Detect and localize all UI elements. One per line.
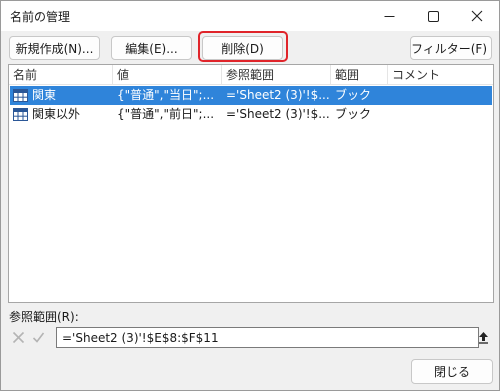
- row-name: 関東以外: [32, 107, 81, 121]
- minimize-button[interactable]: [367, 1, 411, 31]
- column-header-name[interactable]: 名前: [9, 65, 113, 85]
- title-bar: 名前の管理: [1, 1, 499, 31]
- row-scope: ブック: [335, 107, 372, 121]
- cancel-edit-button[interactable]: [9, 328, 28, 347]
- column-header-refers-to[interactable]: 参照範囲: [222, 65, 331, 85]
- row-comment: [389, 86, 492, 105]
- maximize-button[interactable]: [411, 1, 455, 31]
- confirm-edit-button[interactable]: [29, 328, 48, 347]
- name-manager-dialog: 名前の管理 新規作成(N)... 編集(E)... 削除(D) フィルター(F)…: [0, 0, 500, 391]
- row-value: {"普通","前日";...: [117, 107, 215, 121]
- close-window-button[interactable]: [455, 1, 499, 31]
- list-item[interactable]: 関東以外 {"普通","前日";... ='Sheet2 (3)'!$... ブ…: [10, 105, 492, 124]
- row-refers-to: ='Sheet2 (3)'!$...: [226, 88, 330, 102]
- delete-highlight-box: [198, 31, 288, 62]
- close-icon: [471, 10, 483, 22]
- table-icon: [13, 89, 28, 102]
- row-scope: ブック: [335, 88, 372, 102]
- column-header-comment[interactable]: コメント: [388, 65, 493, 85]
- checkmark-icon: [32, 332, 45, 343]
- cancel-x-icon: [12, 331, 25, 344]
- list-item[interactable]: 関東 {"普通","当日";... ='Sheet2 (3)'!$... ブック: [10, 86, 492, 105]
- close-button[interactable]: 閉じる: [411, 359, 493, 384]
- collapse-arrow-icon: [478, 332, 488, 344]
- filter-button[interactable]: フィルター(F): [410, 36, 492, 60]
- collapse-dialog-button[interactable]: [475, 328, 491, 347]
- table-icon: [13, 108, 28, 121]
- window-title: 名前の管理: [10, 10, 71, 24]
- row-comment: [389, 105, 492, 124]
- refers-to-field[interactable]: [56, 327, 479, 348]
- column-header-value[interactable]: 値: [113, 65, 222, 85]
- row-name: 関東: [32, 88, 57, 102]
- refers-to-label: 参照範囲(R):: [9, 310, 79, 324]
- refers-to-input[interactable]: [57, 328, 478, 347]
- column-header-scope[interactable]: 範囲: [331, 65, 388, 85]
- new-button[interactable]: 新規作成(N)...: [9, 36, 100, 60]
- list-header: 名前 値 参照範囲 範囲 コメント: [9, 65, 493, 85]
- row-refers-to: ='Sheet2 (3)'!$...: [226, 107, 330, 121]
- refers-to-row: [8, 327, 494, 349]
- edit-button[interactable]: 編集(E)...: [111, 36, 192, 60]
- row-value: {"普通","当日";...: [117, 88, 215, 102]
- names-list[interactable]: 名前 値 参照範囲 範囲 コメント 関東 {"普通","当日";... ='Sh…: [8, 64, 494, 303]
- filter-label: フィルター(F): [410, 41, 488, 56]
- minimize-icon: [384, 15, 394, 17]
- maximize-icon: [427, 10, 439, 22]
